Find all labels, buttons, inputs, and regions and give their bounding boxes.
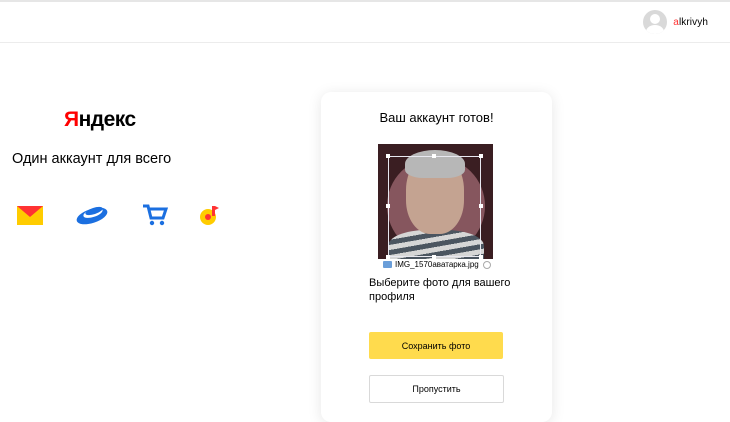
crop-handle-tl[interactable] xyxy=(386,154,390,158)
avatar[interactable] xyxy=(643,10,668,34)
crop-handle-b[interactable] xyxy=(432,255,436,259)
save-photo-button[interactable]: Сохранить фото xyxy=(369,332,503,359)
file-name: IMG_1570аватарка.jpg xyxy=(395,260,479,269)
services-row xyxy=(0,196,260,236)
market-icon[interactable] xyxy=(140,196,176,232)
crop-box[interactable] xyxy=(388,156,481,257)
logo-rest: ндекс xyxy=(78,108,137,131)
username[interactable]: alkrivyh xyxy=(673,17,708,28)
crop-handle-l[interactable] xyxy=(386,204,390,208)
user-menu[interactable]: alkrivyh xyxy=(643,10,708,34)
photo-crop-area[interactable] xyxy=(378,144,493,259)
yandex-logo[interactable]: Яндекс xyxy=(64,108,136,132)
crop-handle-tr[interactable] xyxy=(479,154,483,158)
logo-first-letter: Я xyxy=(64,108,79,131)
mail-icon[interactable] xyxy=(14,196,50,232)
file-info: IMG_1570аватарка.jpg xyxy=(383,260,491,269)
disk-icon[interactable] xyxy=(74,196,110,232)
avatar-body xyxy=(646,25,665,34)
avatar-head xyxy=(650,14,661,24)
crop-handle-bl[interactable] xyxy=(386,255,390,259)
card-title: Ваш аккаунт готов! xyxy=(379,110,494,125)
choose-photo-text: Выберите фото для вашего профиля xyxy=(369,277,511,303)
crop-handle-t[interactable] xyxy=(432,154,436,158)
header: alkrivyh xyxy=(0,2,730,43)
tagline: Один аккаунт для всего xyxy=(12,151,172,167)
crop-handle-r[interactable] xyxy=(479,204,483,208)
username-rest: lkrivyh xyxy=(678,16,708,28)
image-file-icon xyxy=(383,261,392,268)
skip-button[interactable]: Пропустить xyxy=(369,375,504,403)
crop-handle-br[interactable] xyxy=(479,255,483,259)
account-ready-card: Ваш аккаунт готов! IMG_1570аватарка.jpg … xyxy=(321,92,552,422)
remove-file-icon[interactable] xyxy=(482,260,491,269)
music-icon[interactable] xyxy=(196,196,232,232)
